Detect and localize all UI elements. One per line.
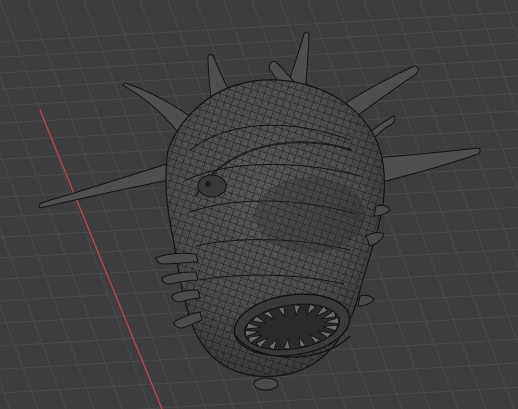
x-axis-line <box>39 109 163 409</box>
grid-line <box>133 386 518 409</box>
3d-viewport[interactable] <box>0 0 518 409</box>
grid-line <box>0 380 11 409</box>
grid-line <box>0 74 123 409</box>
grid-line <box>363 0 515 409</box>
mesh-eye <box>197 174 227 198</box>
grid-line <box>0 0 151 409</box>
grid-line <box>0 11 518 43</box>
grid-line <box>0 26 518 58</box>
viewport-canvas[interactable] <box>0 0 518 409</box>
grid-line <box>503 0 518 40</box>
grid-line <box>419 0 518 269</box>
